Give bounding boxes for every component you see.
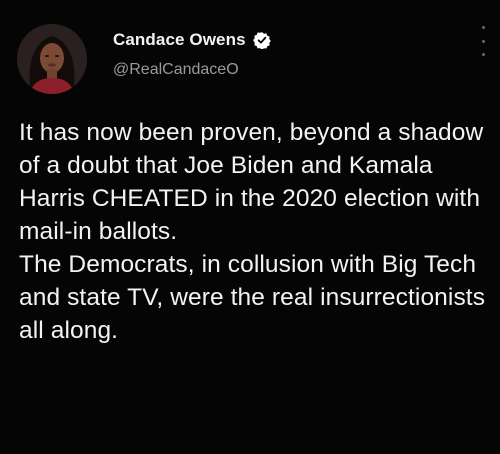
tweet-card: Candace Owens @RealCandaceO It has now b… [0,0,500,454]
tweet-paragraph: It has now been proven, beyond a shadow … [19,119,484,245]
verified-badge-icon [252,31,271,50]
author-handle[interactable]: @RealCandaceO [113,61,239,79]
tweet-text: It has now been proven, beyond a shadow … [19,116,489,347]
more-options-icon[interactable] [478,26,488,56]
author-name-row: Candace Owens [113,30,271,50]
avatar-photo-icon [17,24,87,94]
author-display-name[interactable]: Candace Owens [113,30,246,50]
tweet-paragraph: The Democrats, in collusion with Big Tec… [19,251,486,344]
author-avatar[interactable] [17,24,87,94]
